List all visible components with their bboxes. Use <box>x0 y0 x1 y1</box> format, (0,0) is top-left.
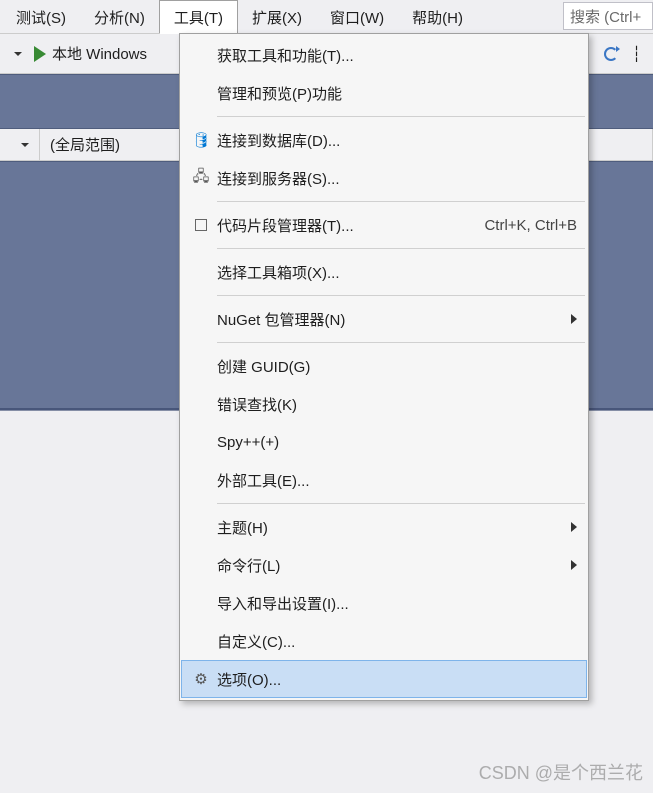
menuitem-label: NuGet 包管理器(N) <box>217 309 565 330</box>
menu-window[interactable]: 窗口(W) <box>316 0 398 33</box>
menuitem-spy[interactable]: Spy++(+) <box>181 423 587 461</box>
menu-separator <box>217 295 585 296</box>
menuitem-connect-server[interactable]: 🖧 连接到服务器(S)... <box>181 159 587 197</box>
menuitem-label: 错误查找(K) <box>217 394 577 415</box>
menuitem-choose-toolbox[interactable]: 选择工具箱项(X)... <box>181 253 587 291</box>
menuitem-nuget[interactable]: NuGet 包管理器(N) <box>181 300 587 338</box>
menuitem-snippet-manager[interactable]: 代码片段管理器(T)... Ctrl+K, Ctrl+B <box>181 206 587 244</box>
menuitem-label: 命令行(L) <box>217 555 565 576</box>
play-icon <box>34 46 46 62</box>
menuitem-connect-db[interactable]: 🛢 连接到数据库(D)... <box>181 121 587 159</box>
menubar: 测试(S) 分析(N) 工具(T) 扩展(X) 窗口(W) 帮助(H) 搜索 (… <box>0 0 653 34</box>
menuitem-theme[interactable]: 主题(H) <box>181 508 587 546</box>
scope-label: (全局范围) <box>50 134 120 155</box>
menuitem-label: 外部工具(E)... <box>217 470 577 491</box>
menuitem-label: Spy++(+) <box>217 434 577 451</box>
menu-analyze[interactable]: 分析(N) <box>80 0 159 33</box>
undo-icon <box>604 47 618 61</box>
menuitem-customize[interactable]: 自定义(C)... <box>181 622 587 660</box>
watermark-text: CSDN @是个西兰花 <box>479 759 643 785</box>
menuitem-label: 选择工具箱项(X)... <box>217 262 577 283</box>
menuitem-label: 创建 GUID(G) <box>217 356 577 377</box>
menuitem-shortcut: Ctrl+K, Ctrl+B <box>484 217 577 234</box>
gear-icon: ⚙ <box>185 670 217 688</box>
menuitem-get-tools[interactable]: 获取工具和功能(T)... <box>181 36 587 74</box>
scope-dropdown-left[interactable] <box>0 129 40 160</box>
chevron-right-icon <box>571 522 577 532</box>
menuitem-label: 主题(H) <box>217 517 565 538</box>
menu-separator <box>217 503 585 504</box>
toolbar-split-dropdown[interactable] <box>4 38 28 70</box>
menuitem-create-guid[interactable]: 创建 GUID(G) <box>181 347 587 385</box>
chevron-right-icon <box>571 560 577 570</box>
menuitem-manage-preview[interactable]: 管理和预览(P)功能 <box>181 74 587 112</box>
menu-separator <box>217 116 585 117</box>
undo-button[interactable] <box>598 38 624 70</box>
overflow-button[interactable]: ┆ <box>626 38 647 70</box>
menuitem-label: 获取工具和功能(T)... <box>217 45 577 66</box>
menuitem-options[interactable]: ⚙ 选项(O)... <box>181 660 587 698</box>
snippet-icon <box>185 219 217 231</box>
menuitem-import-export[interactable]: 导入和导出设置(I)... <box>181 584 587 622</box>
menuitem-commandline[interactable]: 命令行(L) <box>181 546 587 584</box>
server-icon: 🖧 <box>185 166 217 191</box>
menuitem-error-lookup[interactable]: 错误查找(K) <box>181 385 587 423</box>
menu-separator <box>217 201 585 202</box>
menuitem-label: 管理和预览(P)功能 <box>217 83 577 104</box>
run-button[interactable]: 本地 Windows <box>28 38 153 70</box>
tools-dropdown: 获取工具和功能(T)... 管理和预览(P)功能 🛢 连接到数据库(D)... … <box>179 33 589 701</box>
menuitem-label: 导入和导出设置(I)... <box>217 593 577 614</box>
menuitem-label: 代码片段管理器(T)... <box>217 215 474 236</box>
menuitem-label: 自定义(C)... <box>217 631 577 652</box>
menuitem-label: 连接到数据库(D)... <box>217 130 577 151</box>
database-icon: 🛢 <box>185 131 217 149</box>
menu-tools[interactable]: 工具(T) <box>159 0 238 34</box>
menu-separator <box>217 342 585 343</box>
chevron-right-icon <box>571 314 577 324</box>
menuitem-external-tools[interactable]: 外部工具(E)... <box>181 461 587 499</box>
menu-separator <box>217 248 585 249</box>
menuitem-label: 连接到服务器(S)... <box>217 168 577 189</box>
run-button-label: 本地 Windows <box>52 43 147 64</box>
search-input[interactable]: 搜索 (Ctrl+ <box>563 2 653 30</box>
menu-help[interactable]: 帮助(H) <box>398 0 477 33</box>
menu-test[interactable]: 测试(S) <box>2 0 80 33</box>
search-placeholder: 搜索 (Ctrl+ <box>570 6 641 27</box>
menuitem-label: 选项(O)... <box>217 669 577 690</box>
menu-extensions[interactable]: 扩展(X) <box>238 0 316 33</box>
